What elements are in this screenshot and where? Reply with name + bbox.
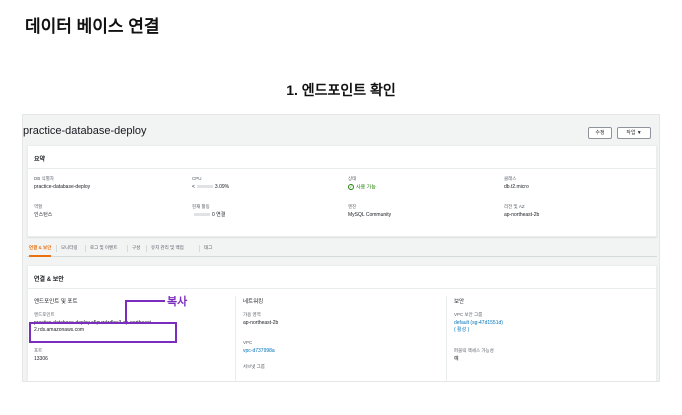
field-db-id: DB 식별자 practice-database-deploy [34,176,90,191]
cpu-prefix: < [192,184,195,190]
activity-label: 현재 활동 [192,204,210,209]
field-status: 상태 ✓ 사용 가능 [348,176,376,191]
port-value: 13306 [34,356,48,362]
tab-tags[interactable]: 태그 [204,245,212,251]
cpu-value: <3.09% [192,184,229,191]
field-engine: 엔진 MySQL Community [348,204,391,219]
db-header: practice-database-deploy 수정 작업 ▼ [23,123,659,145]
summary-panel: 요약 DB 식별자 practice-database-deploy CPU <… [27,145,657,237]
tab-separator [85,245,86,252]
port-label: 포트 [34,348,43,353]
field-security-group: VPC 보안 그룹 default (sg-47d1551d) ( 활성 ) [454,312,503,334]
region-value: ap-northeast-2b [504,212,540,218]
db-id-label: DB 식별자 [34,176,54,181]
field-cpu: CPU <3.09% [192,176,229,191]
subnet-label: 서브넷 그룹 [243,364,265,369]
tab-monitoring[interactable]: 모니터링 [61,245,78,251]
tab-separator [127,245,128,252]
cpu-percent: 3.09% [214,184,230,190]
copy-annotation-label: 복사 [167,296,188,308]
role-value: 인스턴스 [34,212,53,218]
field-port: 포트 13306 [34,348,48,363]
connectivity-heading: 연결 & 보안 [34,277,64,283]
field-public-access: 퍼블릭 액세스 가능성 예 [454,348,494,363]
role-label: 역할 [34,204,43,209]
endpoint-col-title: 엔드포인트 및 포트 [34,299,78,305]
divider [28,168,656,169]
tab-maintenance-backup[interactable]: 유지 관리 및 백업 [151,245,184,251]
step-title: 1. 엔드포인트 확인 [286,82,396,98]
field-class: 클래스 db.t2.micro [504,176,529,191]
edit-button[interactable]: 수정 [588,127,612,139]
public-access-value: 예 [454,356,459,362]
document-title: 데이터 베이스 연결 [25,17,160,36]
tab-separator [199,245,200,252]
detail-tabs: 연결 & 보안 모니터링 로그 및 이벤트 구성 유지 관리 및 백업 태그 [27,243,657,257]
field-vpc: VPC vpc-d737998a [243,340,275,355]
security-col-title: 보안 [454,299,465,305]
sg-label: VPC 보안 그룹 [454,312,483,317]
column-divider [446,296,447,381]
field-role: 역할 인스턴스 [34,204,52,219]
active-tab-underline [29,255,51,257]
endpoint-label: 엔드포인트 [34,312,55,317]
tab-connectivity[interactable]: 연결 & 보안 [29,245,51,251]
column-divider [235,296,236,381]
cpu-bar [196,185,213,189]
tab-configuration[interactable]: 구성 [132,245,140,251]
class-value: db.t2.micro [504,184,529,190]
summary-heading: 요약 [34,157,46,163]
field-az: 가용 영역 ap-northeast-2b [243,312,278,327]
az-label: 가용 영역 [243,312,261,317]
vpc-link[interactable]: vpc-d737998a [243,348,275,355]
sg-status: ( 활성 ) [454,327,470,333]
db-instance-name: practice-database-deploy [23,125,147,137]
field-subnet: 서브넷 그룹 [243,364,265,370]
tab-separator [146,245,147,252]
activity-bar [194,213,210,217]
check-circle-icon: ✓ [348,184,354,190]
db-id-value: practice-database-deploy [34,184,91,190]
annotation-leader-line [125,300,165,302]
field-activity: 현재 활동 0 연결 [192,204,225,219]
engine-value: MySQL Community [348,212,392,218]
region-label: 리전 및 AZ [504,204,525,209]
cpu-label: CPU [192,176,202,181]
endpoint-highlight-box [29,322,177,343]
status-label: 상태 [348,176,357,181]
field-region: 리전 및 AZ ap-northeast-2b [504,204,539,219]
az-value: ap-northeast-2b [243,320,279,326]
status-text: 사용 가능 [356,184,376,191]
annotation-leader-line [125,301,127,323]
activity-value: 0 연결 [192,212,225,219]
divider [28,288,656,289]
tab-logs-events[interactable]: 로그 및 이벤트 [90,245,117,251]
vpc-label: VPC [243,340,253,345]
network-col-title: 네트워킹 [243,299,264,305]
engine-label: 엔진 [348,204,357,209]
tab-separator [56,245,57,252]
status-value: ✓ 사용 가능 [348,184,376,191]
actions-dropdown[interactable]: 작업 ▼ [617,127,651,139]
activity-text: 0 연결 [212,212,226,218]
sg-link[interactable]: default (sg-47d1551d) [454,320,503,327]
public-access-label: 퍼블릭 액세스 가능성 [454,348,494,353]
class-label: 클래스 [504,176,517,181]
